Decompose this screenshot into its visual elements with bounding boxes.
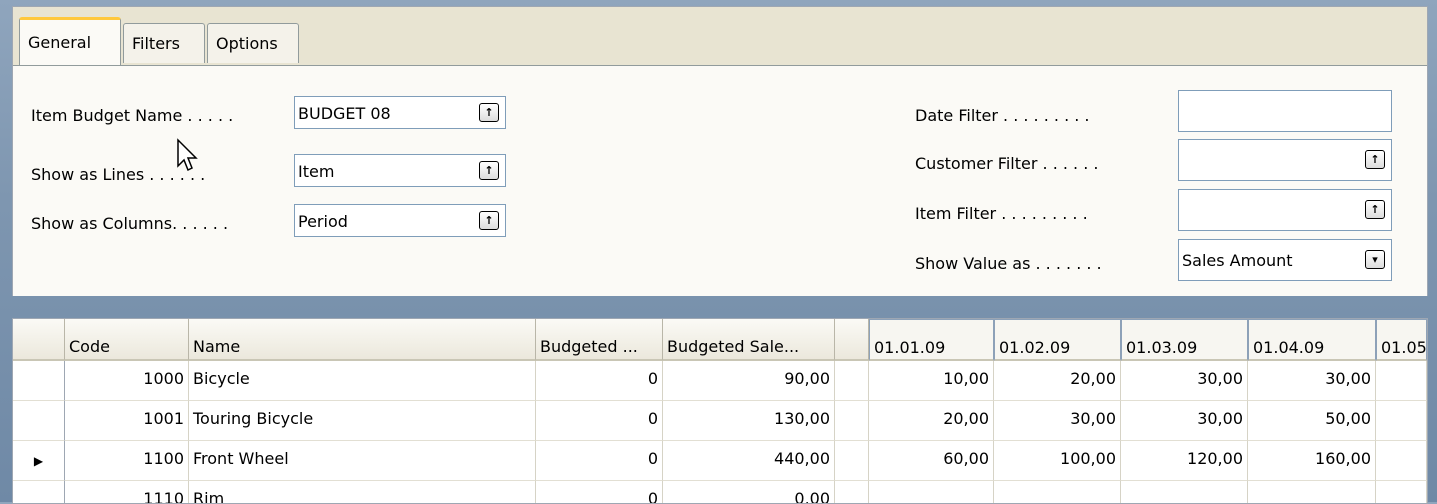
- table-cell[interactable]: [1376, 361, 1427, 401]
- table-cell[interactable]: 1110: [65, 481, 189, 503]
- show-as-columns-field[interactable]: Period ↑: [294, 204, 506, 237]
- lookup-icon[interactable]: ↑: [479, 161, 499, 180]
- column-header-budgeted-sales[interactable]: Budgeted Sale...: [663, 319, 835, 361]
- table-cell[interactable]: [835, 441, 869, 481]
- show-value-as-label: Show Value as . . . . . . .: [915, 254, 1102, 273]
- table-cell[interactable]: [1376, 401, 1427, 441]
- table-cell[interactable]: 1000: [65, 361, 189, 401]
- table-cell[interactable]: 160,00: [1248, 441, 1376, 481]
- tab-general[interactable]: General: [19, 17, 121, 66]
- column-header-code[interactable]: Code: [65, 319, 189, 361]
- table-cell[interactable]: [835, 481, 869, 503]
- show-as-columns-label: Show as Columns. . . . . .: [31, 214, 229, 233]
- row-selector[interactable]: [13, 401, 65, 441]
- table-cell[interactable]: [835, 401, 869, 441]
- lookup-icon[interactable]: ↑: [1365, 150, 1385, 169]
- lookup-icon[interactable]: ↑: [479, 211, 499, 230]
- show-value-as-value: Sales Amount: [1182, 251, 1293, 270]
- table-cell[interactable]: 30,00: [1248, 361, 1376, 401]
- item-budget-name-value: BUDGET 08: [298, 104, 391, 123]
- table-cell[interactable]: 1001: [65, 401, 189, 441]
- item-budget-name-label: Item Budget Name . . . . .: [31, 106, 234, 125]
- table-cell[interactable]: [994, 481, 1121, 503]
- table-cell[interactable]: 0: [536, 361, 663, 401]
- table-cell[interactable]: 20,00: [869, 401, 994, 441]
- table-cell[interactable]: 60,00: [869, 441, 994, 481]
- show-as-lines-field[interactable]: Item ↑: [294, 154, 506, 187]
- table-cell[interactable]: 10,00: [869, 361, 994, 401]
- period-header-3[interactable]: 01.03.09: [1121, 319, 1248, 361]
- table-cell[interactable]: 130,00: [663, 401, 835, 441]
- table-cell[interactable]: Front Wheel: [189, 441, 536, 481]
- tab-general-label: General: [28, 33, 92, 52]
- item-budget-name-field[interactable]: BUDGET 08 ↑: [294, 96, 506, 129]
- tab-bar: General Filters Options: [13, 7, 1427, 66]
- show-as-lines-value: Item: [298, 162, 335, 181]
- budget-matrix-table: Code Name Budgeted ... Budgeted Sale... …: [12, 318, 1428, 504]
- table-cell[interactable]: 30,00: [1121, 401, 1248, 441]
- period-header-2[interactable]: 01.02.09: [994, 319, 1121, 361]
- row-selector[interactable]: [13, 361, 65, 401]
- show-value-as-select[interactable]: Sales Amount ▾: [1178, 239, 1392, 281]
- table-cell[interactable]: 0,00: [663, 481, 835, 503]
- table-cell[interactable]: 0: [536, 401, 663, 441]
- period-header-5[interactable]: 01.05: [1376, 319, 1427, 361]
- table-cell[interactable]: 0: [536, 441, 663, 481]
- table-cell[interactable]: [1376, 481, 1427, 503]
- tab-filters-label: Filters: [132, 34, 180, 53]
- item-filter-label: Item Filter . . . . . . . . .: [915, 204, 1088, 223]
- period-header-4[interactable]: 01.04.09: [1248, 319, 1376, 361]
- show-as-columns-value: Period: [298, 212, 348, 231]
- tab-options-label: Options: [216, 34, 278, 53]
- mouse-cursor-icon: [177, 138, 198, 172]
- tab-filters[interactable]: Filters: [123, 23, 205, 63]
- tab-options[interactable]: Options: [207, 23, 299, 63]
- table-cell[interactable]: Bicycle: [189, 361, 536, 401]
- table-cell[interactable]: [1248, 481, 1376, 503]
- table-cell[interactable]: 50,00: [1248, 401, 1376, 441]
- table-cell[interactable]: 20,00: [994, 361, 1121, 401]
- table-cell[interactable]: 120,00: [1121, 441, 1248, 481]
- item-filter-field[interactable]: ↑: [1178, 189, 1392, 231]
- request-form-panel: General Filters Options Item Budget Name…: [12, 6, 1428, 296]
- customer-filter-label: Customer Filter . . . . . .: [915, 154, 1099, 173]
- general-tab-page: Item Budget Name . . . . . BUDGET 08 ↑ S…: [13, 65, 1427, 296]
- table-cell[interactable]: Rim: [189, 481, 536, 503]
- table-cell[interactable]: [869, 481, 994, 503]
- table-cell[interactable]: 100,00: [994, 441, 1121, 481]
- table-cell[interactable]: 90,00: [663, 361, 835, 401]
- table-cell[interactable]: 440,00: [663, 441, 835, 481]
- table-cell[interactable]: [1376, 441, 1427, 481]
- column-spacer: [835, 319, 869, 361]
- date-filter-label: Date Filter . . . . . . . . .: [915, 106, 1090, 125]
- table-cell[interactable]: 30,00: [994, 401, 1121, 441]
- table-cell[interactable]: [1121, 481, 1248, 503]
- row-selector[interactable]: ▶: [13, 441, 65, 481]
- table-cell[interactable]: 1100: [65, 441, 189, 481]
- period-header-1[interactable]: 01.01.09: [869, 319, 994, 361]
- column-header-budgeted-quantity[interactable]: Budgeted ...: [536, 319, 663, 361]
- lookup-icon[interactable]: ↑: [479, 103, 499, 122]
- lookup-icon[interactable]: ↑: [1365, 200, 1385, 219]
- row-selector[interactable]: [13, 481, 65, 503]
- table-cell[interactable]: Touring Bicycle: [189, 401, 536, 441]
- table-cell[interactable]: [835, 361, 869, 401]
- row-selector-header: [13, 319, 65, 361]
- customer-filter-field[interactable]: ↑: [1178, 139, 1392, 181]
- column-header-name[interactable]: Name: [189, 319, 536, 361]
- chevron-down-icon[interactable]: ▾: [1365, 250, 1385, 269]
- table-cell[interactable]: 0: [536, 481, 663, 503]
- table-cell[interactable]: 30,00: [1121, 361, 1248, 401]
- date-filter-field[interactable]: [1178, 90, 1392, 132]
